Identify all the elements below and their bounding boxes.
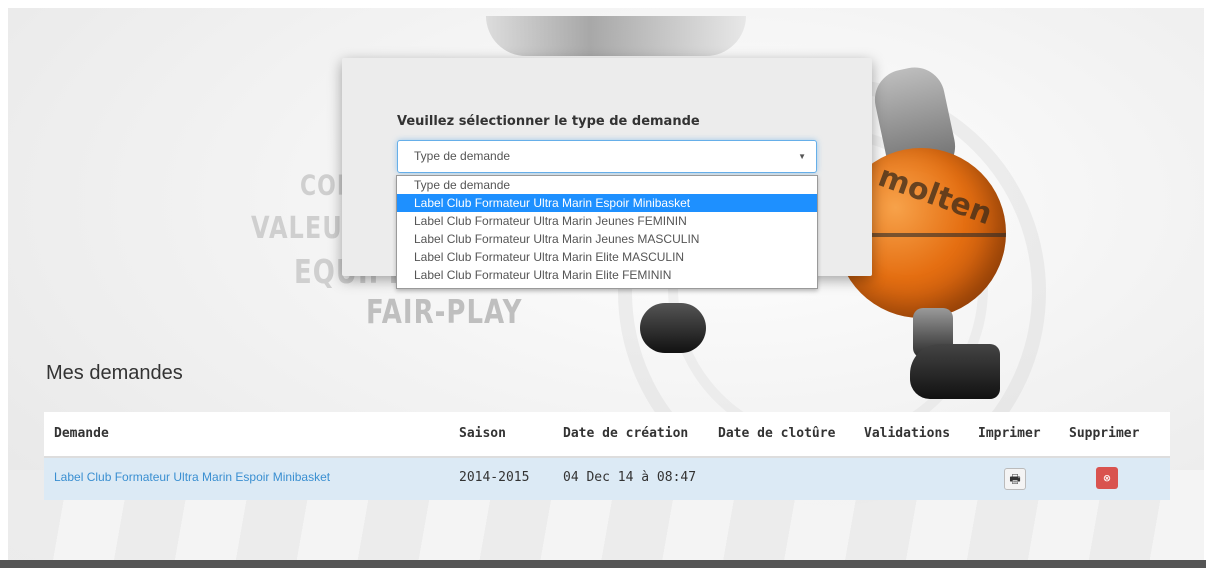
requests-table: Demande Saison Date de création Date de … — [44, 412, 1170, 500]
request-type-dropdown[interactable]: Type de demande Label Club Formateur Ult… — [396, 175, 818, 289]
col-saison: Saison — [459, 426, 506, 441]
option-espoir-minibasket[interactable]: Label Club Formateur Ultra Marin Espoir … — [397, 194, 817, 212]
date-creation-cell: 04 Dec 14 à 08:47 — [563, 470, 697, 485]
modal-title: Veuillez sélectionner le type de demande — [397, 114, 700, 129]
printer-icon: 🖶 — [1009, 472, 1021, 486]
delete-icon: ⊗ — [1103, 471, 1111, 485]
section-title: Mes demandes — [46, 362, 183, 384]
col-validations: Validations — [864, 426, 951, 441]
col-demande: Demande — [54, 426, 109, 441]
ball-brand: molten — [873, 158, 997, 233]
player-shoe — [910, 344, 1000, 399]
saison-cell: 2014-2015 — [459, 470, 530, 485]
option-jeunes-masculin[interactable]: Label Club Formateur Ultra Marin Jeunes … — [397, 230, 817, 248]
col-supprimer: Supprimer — [1069, 426, 1140, 441]
slogan-4: FAIR-PLAY — [366, 294, 523, 332]
demande-link[interactable]: Label Club Formateur Ultra Marin Espoir … — [54, 470, 330, 484]
table-row: Label Club Formateur Ultra Marin Espoir … — [44, 458, 1170, 500]
table-header: Demande Saison Date de création Date de … — [44, 412, 1170, 458]
option-placeholder[interactable]: Type de demande — [397, 176, 817, 194]
caret-down-icon: ▼ — [798, 152, 806, 161]
col-imprimer: Imprimer — [978, 426, 1041, 441]
request-type-select[interactable]: Type de demande ▼ — [397, 140, 817, 173]
select-value: Type de demande — [414, 149, 511, 163]
col-date-creation: Date de création — [563, 426, 689, 441]
option-jeunes-feminin[interactable]: Label Club Formateur Ultra Marin Jeunes … — [397, 212, 817, 230]
option-elite-feminin[interactable]: Label Club Formateur Ultra Marin Elite F… — [397, 266, 817, 284]
bottom-bar — [0, 560, 1206, 568]
delete-button[interactable]: ⊗ — [1096, 467, 1118, 489]
col-date-cloture: Date de clotûre — [718, 426, 836, 441]
print-button[interactable]: 🖶 — [1004, 468, 1026, 490]
player-shoe-left — [640, 303, 706, 353]
player-silhouette — [486, 16, 746, 56]
option-elite-masculin[interactable]: Label Club Formateur Ultra Marin Elite M… — [397, 248, 817, 266]
